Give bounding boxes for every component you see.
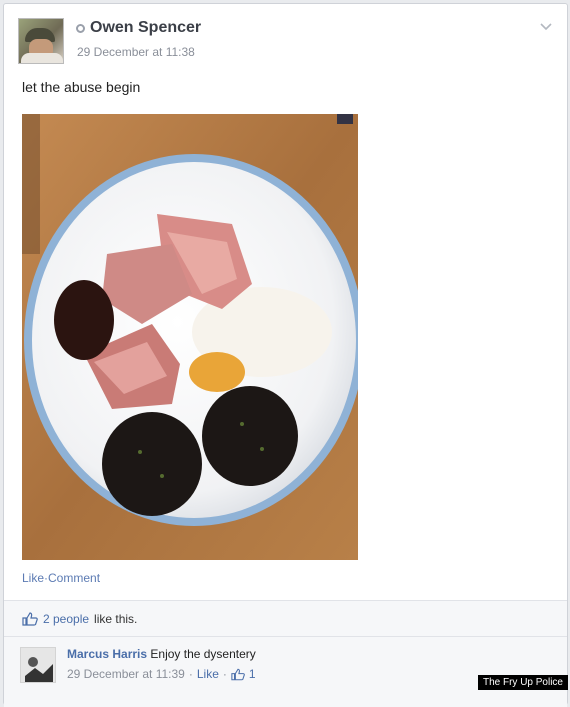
thumbs-up-icon (22, 612, 38, 626)
comment-timestamp[interactable]: 29 December at 11:39 (67, 667, 185, 681)
comment-body: Marcus Harris Enjoy the dysentery (67, 647, 256, 661)
watermark: The Fry Up Police (477, 675, 568, 690)
post-card: Owen Spencer 29 December at 11:38 let th… (3, 3, 568, 707)
comment-like-count[interactable]: 1 (249, 667, 256, 681)
comment-link[interactable]: Comment (48, 571, 100, 585)
author-name-row: Owen Spencer (76, 19, 201, 37)
commenter-name[interactable]: Marcus Harris (67, 647, 147, 661)
like-link[interactable]: Like (22, 571, 44, 585)
chevron-down-icon[interactable] (539, 22, 555, 36)
author-avatar[interactable] (18, 18, 64, 64)
post-header: Owen Spencer 29 December at 11:38 (18, 18, 553, 68)
comment-meta: 29 December at 11:39 · Like · 1 (67, 667, 256, 681)
comment-text: Enjoy the dysentery (150, 647, 256, 661)
online-status-icon (76, 23, 85, 33)
thumbs-up-icon (231, 668, 245, 681)
commenter-avatar[interactable] (20, 647, 56, 683)
post-status-text: let the abuse begin (22, 79, 141, 95)
likes-summary: 2 people like this. (4, 600, 567, 637)
author-name[interactable]: Owen Spencer (90, 19, 201, 37)
post-timestamp[interactable]: 29 December at 11:38 (77, 45, 195, 59)
comment-like-link[interactable]: Like (197, 667, 219, 681)
meta-separator-2: · (222, 667, 227, 681)
comment-item: Marcus Harris Enjoy the dysentery 29 Dec… (4, 636, 567, 707)
post-actions: Like · Comment (22, 571, 100, 585)
meta-separator: · (188, 667, 193, 681)
likers-link[interactable]: 2 people (43, 612, 89, 626)
likes-suffix: like this. (94, 612, 138, 626)
post-photo[interactable] (22, 114, 358, 560)
